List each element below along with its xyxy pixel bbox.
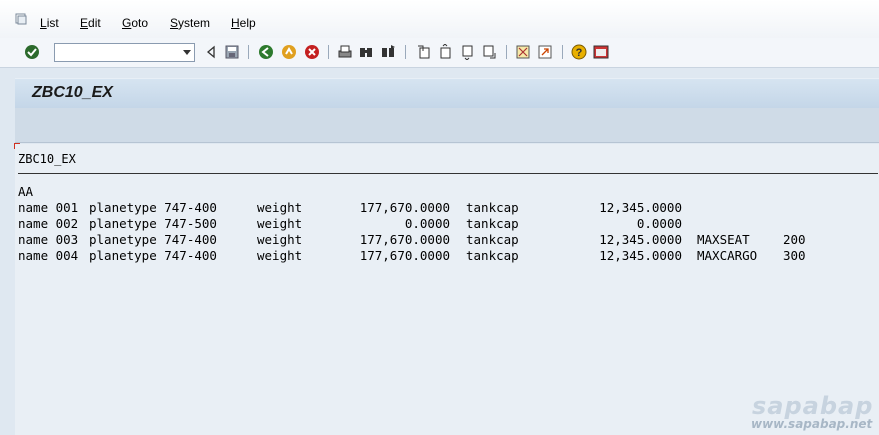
- command-field[interactable]: [54, 43, 195, 62]
- enter-icon[interactable]: [24, 44, 40, 60]
- toolbar-separator: [562, 45, 563, 59]
- row-1-name: name 001: [18, 200, 79, 215]
- row-1-weight: 177,670.0000: [359, 200, 450, 215]
- row-4-weight: 177,670.0000: [359, 248, 450, 263]
- shortcut-icon[interactable]: [537, 44, 553, 60]
- menu-edit[interactable]: Edit: [80, 16, 101, 30]
- row-1-tank: 12,345.0000: [599, 200, 682, 215]
- row-3-planetype: planetype 747-400: [89, 232, 217, 247]
- save-icon[interactable]: [224, 44, 240, 60]
- row-2-tank: 0.0000: [636, 216, 682, 231]
- list-header: ZBC10_EX: [18, 152, 76, 166]
- row-2-weight: 0.0000: [404, 216, 450, 231]
- last-page-icon[interactable]: [481, 44, 497, 60]
- help-icon[interactable]: ?: [571, 44, 587, 60]
- create-session-icon[interactable]: [515, 44, 531, 60]
- exit-icon[interactable]: [281, 44, 297, 60]
- toolbar-separator: [328, 45, 329, 59]
- row-2-weight-label: weight: [257, 216, 303, 231]
- row-3-extra-label: MAXSEAT: [697, 232, 750, 247]
- previous-page-icon[interactable]: [437, 44, 453, 60]
- find-icon[interactable]: [358, 44, 374, 60]
- first-page-icon[interactable]: [416, 44, 432, 60]
- row-3-weight-label: weight: [257, 232, 303, 247]
- title-bar: ZBC10_EX: [15, 78, 879, 108]
- back-icon[interactable]: [258, 44, 274, 60]
- row-4-extra: 300: [783, 248, 806, 263]
- row-2-name: name 002: [18, 216, 79, 231]
- menu-list[interactable]: List: [40, 16, 59, 30]
- svg-text:?: ?: [576, 47, 583, 59]
- cancel-icon[interactable]: [304, 44, 320, 60]
- row-3-extra: 200: [783, 232, 806, 247]
- standard-toolbar: ?: [0, 38, 879, 68]
- layout-menu-icon[interactable]: [593, 44, 609, 60]
- row-4-weight-label: weight: [257, 248, 303, 263]
- row-3-tank: 12,345.0000: [599, 232, 682, 247]
- row-2-planetype: planetype 747-500: [89, 216, 217, 231]
- application-toolbar: [15, 108, 879, 143]
- watermark-url: www.sapabap.net: [751, 417, 873, 431]
- command-input[interactable]: [57, 45, 179, 62]
- row-1-planetype: planetype 747-400: [89, 200, 217, 215]
- chevron-down-icon[interactable]: [183, 50, 191, 55]
- row-4-name: name 004: [18, 248, 79, 263]
- row-2-tank-label: tankcap: [466, 216, 519, 231]
- row-1-weight-label: weight: [257, 200, 303, 215]
- menu-system[interactable]: System: [170, 16, 210, 30]
- system-menu-icon[interactable]: [15, 13, 27, 25]
- row-1-tank-label: tankcap: [466, 200, 519, 215]
- group-label: AA: [18, 184, 34, 199]
- row-4-tank: 12,345.0000: [599, 248, 682, 263]
- row-4-planetype: planetype 747-400: [89, 248, 217, 263]
- header-divider: [18, 173, 878, 174]
- toolbar-separator: [248, 45, 249, 59]
- row-4-extra-label: MAXCARGO: [697, 248, 758, 263]
- page-title: ZBC10_EX: [32, 84, 113, 101]
- menu-bar: List Edit Goto System Help: [0, 0, 879, 38]
- next-page-icon[interactable]: [459, 44, 475, 60]
- toolbar-separator: [506, 45, 507, 59]
- find-next-icon[interactable]: [380, 44, 396, 60]
- menu-help[interactable]: Help: [231, 16, 256, 30]
- menu-goto[interactable]: Goto: [122, 16, 148, 30]
- back-triangle-icon[interactable]: [203, 44, 219, 60]
- row-3-weight: 177,670.0000: [359, 232, 450, 247]
- row-4-tank-label: tankcap: [466, 248, 519, 263]
- watermark-logo: sapabap: [752, 392, 874, 420]
- print-icon[interactable]: [337, 44, 353, 60]
- toolbar-separator: [405, 45, 406, 59]
- list-output: ZBC10_EX AA name 001 planetype 747-400 wei…: [15, 144, 879, 435]
- row-3-name: name 003: [18, 232, 79, 247]
- row-3-tank-label: tankcap: [466, 232, 519, 247]
